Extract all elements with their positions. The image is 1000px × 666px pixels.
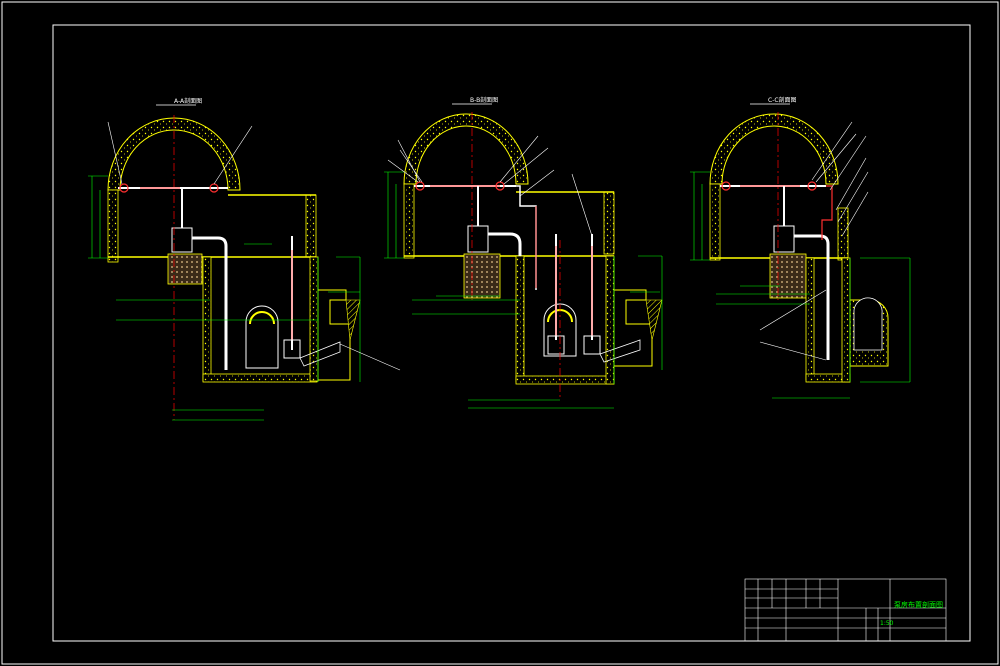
title-block-frame (744, 578, 947, 642)
section-a-tunnel-lining (249, 311, 275, 325)
section-b-sump-right-wall (605, 255, 615, 385)
section-a-dimensions (88, 175, 361, 421)
section-c-sump-left-wall (805, 257, 815, 381)
section-c-arch (709, 113, 839, 185)
section-a-sump-left-wall (202, 256, 212, 382)
section-b-b: B-B剖面图 (384, 96, 663, 409)
section-c-sump-right-wall (841, 257, 851, 383)
section-b-pump-body (467, 225, 489, 253)
section-b-arch (403, 113, 529, 185)
section-a-left-wall (107, 189, 119, 263)
cad-drawing-canvas: A-A剖面图 B-B剖面图 C-C剖面图 泵房布置剖面图 1:50 (1, 1, 999, 665)
section-b-sump-left-wall (515, 255, 525, 383)
drawing-border (52, 24, 971, 642)
section-b-left-wall (403, 183, 415, 259)
section-c-left-wall (709, 183, 721, 261)
title-block-scale: 1:50 (880, 620, 894, 627)
section-b-title: B-B剖面图 (470, 96, 498, 104)
section-a-channel-wedge (345, 299, 361, 341)
section-a-pump-foundation (167, 253, 203, 285)
section-a-leaders (107, 121, 401, 371)
section-c-title: C-C剖面图 (768, 96, 797, 104)
section-c-c: C-C剖面图 (690, 96, 911, 399)
section-a-ramp (299, 341, 341, 367)
section-b-sump-bottom (515, 375, 615, 385)
title-block (744, 578, 947, 642)
section-b-elbow-pipe (488, 232, 522, 256)
section-a-tunnel-opening (245, 305, 279, 369)
section-a-title: A-A剖面图 (174, 97, 202, 105)
section-c-pump-body (773, 225, 795, 253)
section-b-channel-wedge (645, 299, 663, 341)
section-a-pump-body (171, 227, 193, 253)
title-block-drawing-title: 泵房布置剖面图 (894, 600, 943, 609)
section-c-tunnel-inner (853, 297, 883, 351)
section-a-a: A-A剖面图 (88, 97, 401, 421)
section-a-side-channel (318, 289, 351, 381)
section-b-pump-foundation (463, 253, 501, 299)
section-c-overflow-pipe (821, 185, 833, 240)
section-c-pump-foundation (769, 253, 807, 299)
section-b-right-wall (603, 191, 615, 255)
section-a-right-wall (305, 194, 317, 258)
section-a-sump-bottom (202, 373, 318, 383)
